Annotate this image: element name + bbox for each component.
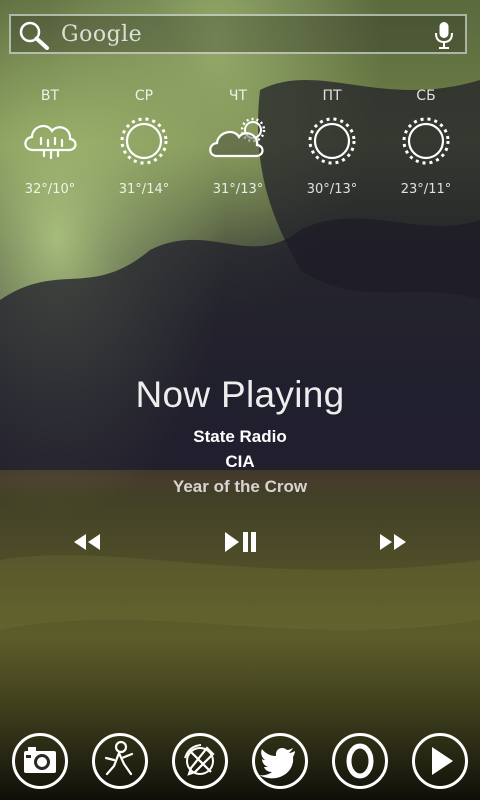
- camera-icon: [24, 747, 56, 773]
- play-pause-icon[interactable]: [222, 528, 260, 556]
- temperature: 32°/10°: [24, 182, 76, 197]
- twitter-icon: [259, 748, 295, 779]
- day-label: СР: [134, 88, 154, 104]
- track-album: Year of the Crow: [172, 477, 308, 496]
- microphone-icon[interactable]: [433, 20, 455, 50]
- fast-forward-icon[interactable]: [374, 528, 412, 556]
- opera-icon: [346, 743, 374, 779]
- sun-icon: [308, 117, 356, 165]
- rewind-icon[interactable]: [68, 528, 106, 556]
- track-artist: State Radio: [193, 427, 287, 446]
- play-store-icon: [432, 747, 453, 775]
- search-icon[interactable]: [17, 20, 53, 50]
- day-label: ПТ: [322, 88, 342, 104]
- tools-icon: [184, 744, 215, 776]
- search-bar[interactable]: Google: [9, 14, 467, 54]
- rain-cloud-icon: [24, 124, 77, 160]
- temperature: 31°/13°: [212, 182, 264, 197]
- camera-app-button[interactable]: [12, 733, 68, 789]
- weather-day[interactable]: СР 31°/14°: [97, 86, 191, 197]
- weather-forecast[interactable]: ВТ 32°/10° СР 31°/14° ЧТ 31°/13° ПТ 30°/…: [0, 86, 480, 206]
- weather-day[interactable]: ЧТ 31°/13°: [191, 86, 285, 197]
- track-title: CIA: [225, 452, 255, 471]
- app-dock: [0, 730, 480, 800]
- temperature: 31°/14°: [118, 182, 170, 197]
- sun-icon: [120, 117, 168, 165]
- twitter-app-button[interactable]: [252, 733, 308, 789]
- opera-app-button[interactable]: [332, 733, 388, 789]
- now-playing-widget: Now Playing State Radio CIA Year of the …: [0, 374, 480, 499]
- day-label: СБ: [416, 88, 436, 104]
- sun-icon: [402, 117, 450, 165]
- day-label: ЧТ: [228, 88, 248, 104]
- partly-cloudy-icon: [209, 117, 266, 158]
- day-label: ВТ: [40, 88, 60, 104]
- temperature: 23°/11°: [400, 182, 452, 197]
- weather-day[interactable]: ПТ 30°/13°: [285, 86, 379, 197]
- aim-app-button[interactable]: [92, 733, 148, 789]
- playback-controls: [0, 528, 480, 556]
- tools-app-button[interactable]: [172, 733, 228, 789]
- temperature: 30°/13°: [306, 182, 358, 197]
- weather-day[interactable]: СБ 23°/11°: [379, 86, 473, 197]
- now-playing-title: Now Playing: [135, 374, 345, 415]
- play-store-app-button[interactable]: [412, 733, 468, 789]
- aim-icon: [104, 740, 134, 776]
- weather-day[interactable]: ВТ 32°/10°: [3, 86, 97, 197]
- search-label[interactable]: Google: [61, 22, 142, 47]
